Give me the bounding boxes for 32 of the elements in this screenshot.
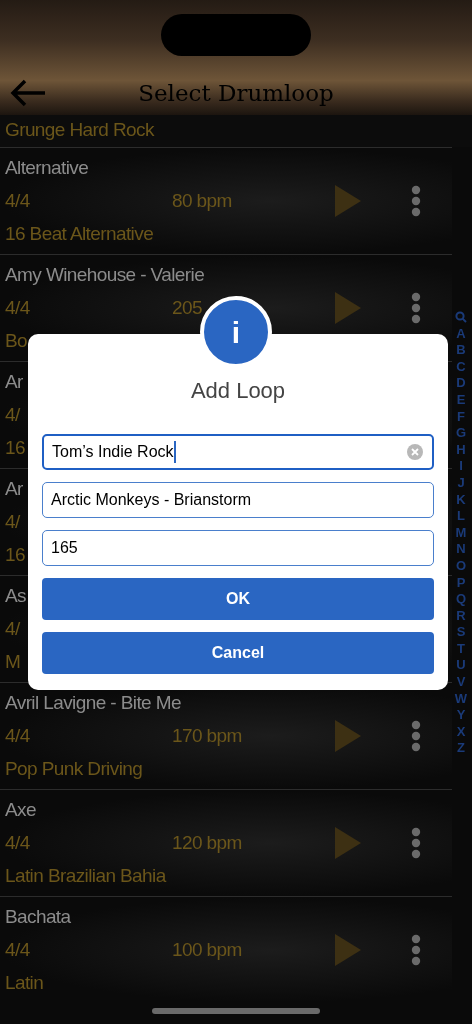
tempo-label: 205 xyxy=(172,295,203,320)
time-signature: 4/4 xyxy=(5,830,31,855)
loop-name: Ar xyxy=(5,478,23,499)
time-signature: 4/4 xyxy=(5,723,31,748)
loop-name: Avril Lavigne - Bite Me xyxy=(5,692,181,713)
time-signature: 4/4 xyxy=(5,937,31,962)
screen-title: Select Drumloop xyxy=(137,79,335,108)
loop-style: Bo xyxy=(5,330,28,351)
tempo-label: 80 bpm xyxy=(172,188,233,213)
time-signature: 4/4 xyxy=(5,188,31,213)
time-signature: 4/ xyxy=(5,509,22,534)
tempo-label: 100 bpm xyxy=(172,937,243,962)
time-signature: 4/4 xyxy=(5,295,31,320)
loop-name: Ar xyxy=(5,371,23,392)
dialog-title: Add Loop xyxy=(190,378,286,403)
time-signature: 4/ xyxy=(5,616,22,641)
loop-name: Bachata xyxy=(5,906,71,927)
loop-style: Latin xyxy=(5,972,44,993)
loop-style: Pop Punk Driving xyxy=(5,758,143,779)
loop-name: As xyxy=(5,585,26,606)
loop-style: Grunge Hard Rock xyxy=(5,119,154,141)
time-signature: 4/ xyxy=(5,402,22,427)
tempo-label: 170 bpm xyxy=(172,723,243,748)
loop-style: 16 Beat Alternative xyxy=(5,223,154,244)
loop-name: Axe xyxy=(5,799,36,820)
loop-name: Alternative xyxy=(5,157,89,178)
loop-style: M xyxy=(5,651,21,672)
tempo-label: 120 bpm xyxy=(172,830,243,855)
loop-style: 16 xyxy=(5,437,25,458)
loop-name: Amy Winehouse - Valerie xyxy=(5,264,205,285)
loop-style: Latin Brazilian Bahia xyxy=(5,865,166,886)
loop-style: 16 xyxy=(5,544,25,565)
